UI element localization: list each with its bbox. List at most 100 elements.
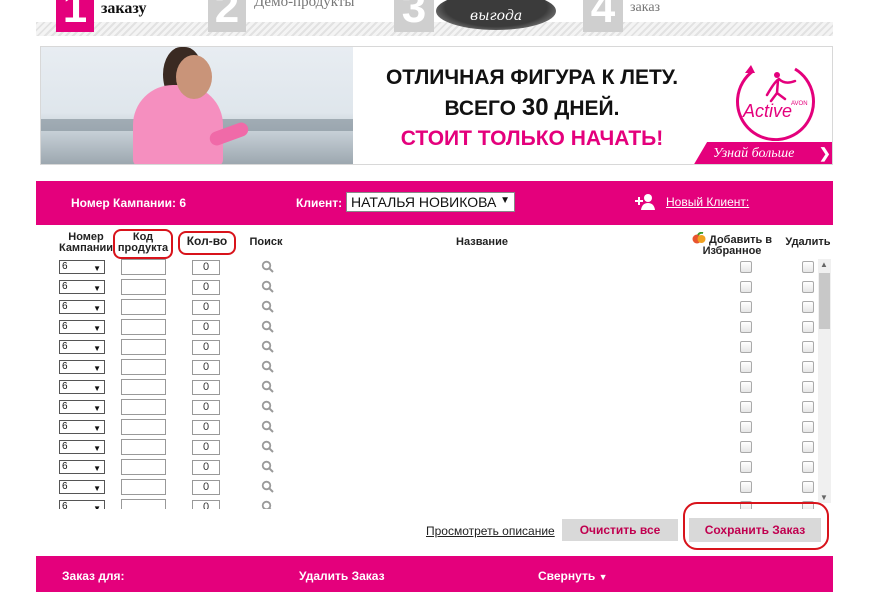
campaign-select[interactable]: 6 ▼: [59, 320, 105, 334]
delete-checkbox[interactable]: [802, 261, 814, 273]
favorite-checkbox[interactable]: [740, 441, 752, 453]
search-icon[interactable]: [261, 260, 275, 274]
add-user-icon[interactable]: [634, 193, 656, 211]
quantity-input[interactable]: 0: [192, 480, 220, 495]
campaign-select[interactable]: 6 ▼: [59, 500, 105, 509]
quantity-input[interactable]: 0: [192, 320, 220, 335]
step-4-marker: 4: [583, 0, 623, 32]
favorite-checkbox[interactable]: [740, 281, 752, 293]
learn-more-button[interactable]: Узнай больше ❯: [693, 142, 832, 164]
quantity-input[interactable]: 0: [192, 440, 220, 455]
scroll-up-icon[interactable]: ▲: [820, 260, 828, 269]
favorite-checkbox[interactable]: [740, 321, 752, 333]
product-code-input[interactable]: [121, 459, 166, 475]
delete-checkbox[interactable]: [802, 381, 814, 393]
collapse-toggle[interactable]: Свернуть ▼: [538, 569, 607, 583]
quantity-input[interactable]: 0: [192, 280, 220, 295]
product-code-input[interactable]: [121, 259, 166, 275]
campaign-select[interactable]: 6 ▼: [59, 380, 105, 394]
delete-checkbox[interactable]: [802, 481, 814, 493]
product-code-input[interactable]: [121, 379, 166, 395]
quantity-input[interactable]: 0: [192, 380, 220, 395]
quantity-input[interactable]: 0: [192, 300, 220, 315]
clear-all-button[interactable]: Очистить все: [562, 519, 678, 541]
step-2-marker: 2: [208, 0, 246, 32]
quantity-input[interactable]: 0: [192, 420, 220, 435]
favorite-checkbox[interactable]: [740, 301, 752, 313]
new-client-link[interactable]: Новый Клиент:: [666, 195, 749, 209]
search-icon[interactable]: [261, 320, 275, 334]
campaign-select[interactable]: 6 ▼: [59, 280, 105, 294]
search-icon[interactable]: [261, 500, 275, 509]
favorite-checkbox[interactable]: [740, 341, 752, 353]
favorite-checkbox[interactable]: [740, 261, 752, 273]
search-icon[interactable]: [261, 480, 275, 494]
delete-checkbox[interactable]: [802, 461, 814, 473]
product-code-input[interactable]: [121, 399, 166, 415]
product-code-input[interactable]: [121, 479, 166, 495]
delete-order-link[interactable]: Удалить Заказ: [299, 569, 385, 583]
campaign-select[interactable]: 6 ▼: [59, 440, 105, 454]
quantity-input[interactable]: 0: [192, 360, 220, 375]
view-description-link[interactable]: Просмотреть описание: [426, 524, 555, 538]
quantity-input[interactable]: 0: [192, 340, 220, 355]
scroll-down-icon[interactable]: ▼: [820, 493, 828, 502]
campaign-select[interactable]: 6 ▼: [59, 460, 105, 474]
product-code-input[interactable]: [121, 419, 166, 435]
delete-checkbox[interactable]: [802, 401, 814, 413]
campaign-select-value: 6: [62, 461, 68, 472]
search-icon[interactable]: [261, 380, 275, 394]
step-1-marker: 1: [56, 0, 94, 32]
search-icon[interactable]: [261, 420, 275, 434]
campaign-select[interactable]: 6 ▼: [59, 340, 105, 354]
product-code-input[interactable]: [121, 499, 166, 509]
delete-checkbox[interactable]: [802, 281, 814, 293]
favorite-checkbox[interactable]: [740, 401, 752, 413]
search-icon[interactable]: [261, 440, 275, 454]
quantity-input[interactable]: 0: [192, 400, 220, 415]
campaign-select[interactable]: 6 ▼: [59, 420, 105, 434]
search-icon[interactable]: [261, 300, 275, 314]
step-3-marker: 3: [394, 0, 434, 32]
dropdown-arrow-icon: ▼: [93, 284, 101, 293]
product-code-input[interactable]: [121, 319, 166, 335]
campaign-select[interactable]: 6 ▼: [59, 260, 105, 274]
search-icon[interactable]: [261, 360, 275, 374]
rows-scrollbar[interactable]: ▲ ▼: [818, 259, 831, 503]
quantity-input[interactable]: 0: [192, 260, 220, 275]
scrollbar-thumb[interactable]: [819, 273, 830, 329]
search-icon[interactable]: [261, 340, 275, 354]
order-row: 6 ▼ 0: [36, 437, 833, 457]
campaign-select[interactable]: 6 ▼: [59, 360, 105, 374]
favorite-checkbox[interactable]: [740, 481, 752, 493]
campaign-select[interactable]: 6 ▼: [59, 480, 105, 494]
search-icon[interactable]: [261, 280, 275, 294]
search-icon[interactable]: [261, 460, 275, 474]
campaign-select[interactable]: 6 ▼: [59, 300, 105, 314]
delete-checkbox[interactable]: [802, 361, 814, 373]
delete-checkbox[interactable]: [802, 341, 814, 353]
promo-banner[interactable]: ОТЛИЧНАЯ ФИГУРА К ЛЕТУ. ВСЕГО 30 ДНЕЙ. С…: [40, 46, 833, 165]
favorite-checkbox[interactable]: [740, 461, 752, 473]
order-rows: 6 ▼ 0 6 ▼ 0 6 ▼ 0 6 ▼ 0 6 ▼ 0 6 ▼ 0 6 ▼ 0 6 ▼ 0 6 ▼ 0 6 ▼ 0 6 ▼ 0 6 ▼ 0 6 ▼ 0: [36, 257, 833, 509]
product-code-input[interactable]: [121, 299, 166, 315]
client-select[interactable]: НАТАЛЬЯ НОВИКОВА ▼: [346, 192, 515, 212]
product-code-input[interactable]: [121, 339, 166, 355]
banner-line-2-b: ДНЕЙ.: [548, 97, 620, 120]
quantity-input[interactable]: 0: [192, 460, 220, 475]
banner-photo: [41, 47, 353, 164]
product-code-input[interactable]: [121, 359, 166, 375]
quantity-input[interactable]: 0: [192, 500, 220, 509]
product-code-input[interactable]: [121, 439, 166, 455]
search-icon[interactable]: [261, 400, 275, 414]
favorite-checkbox[interactable]: [740, 361, 752, 373]
delete-checkbox[interactable]: [802, 301, 814, 313]
product-code-input[interactable]: [121, 279, 166, 295]
favorite-checkbox[interactable]: [740, 421, 752, 433]
favorite-checkbox[interactable]: [740, 381, 752, 393]
order-row: 6 ▼ 0: [36, 417, 833, 437]
delete-checkbox[interactable]: [802, 421, 814, 433]
delete-checkbox[interactable]: [802, 441, 814, 453]
campaign-select[interactable]: 6 ▼: [59, 400, 105, 414]
delete-checkbox[interactable]: [802, 321, 814, 333]
